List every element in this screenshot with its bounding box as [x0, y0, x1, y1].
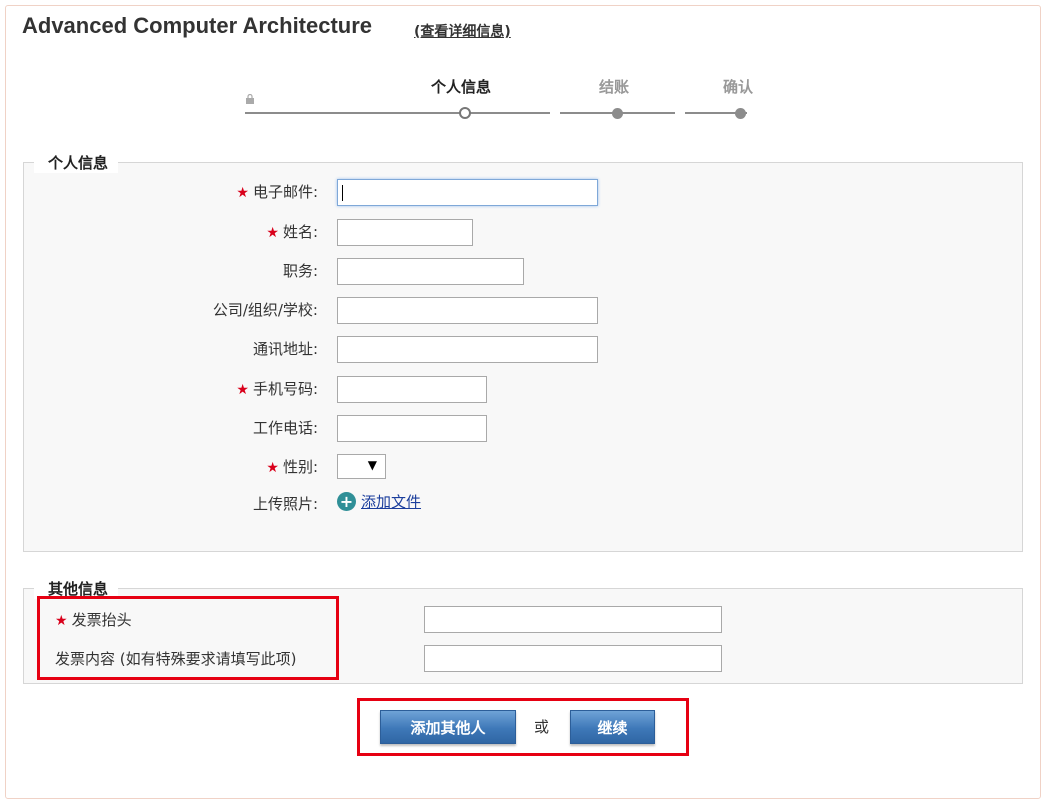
step-dot-confirm [735, 108, 746, 119]
address-field[interactable] [337, 336, 598, 363]
email-field[interactable] [337, 179, 598, 206]
invoice-title-field[interactable] [424, 606, 722, 633]
mobile-input[interactable] [338, 377, 486, 402]
progress-line-1 [245, 112, 550, 114]
lock-icon [246, 94, 254, 104]
work-phone-input[interactable] [338, 416, 486, 441]
invoice-title-input[interactable] [425, 607, 721, 632]
email-label: ★ 电子邮件: [236, 183, 318, 201]
required-star-icon: ★ [266, 460, 279, 476]
course-title: Advanced Computer Architecture [22, 13, 373, 38]
or-separator: 或 [534, 718, 550, 736]
continue-button[interactable]: 继续 [570, 710, 655, 744]
step-dot-personal [459, 107, 471, 119]
step-label-personal: 个人信息 [431, 78, 492, 96]
company-input[interactable] [338, 298, 597, 323]
job-title-field[interactable] [337, 258, 524, 285]
gender-label: ★ 性别: [266, 458, 318, 476]
step-label-confirm: 确认 [723, 78, 754, 96]
name-label: ★ 姓名: [266, 223, 318, 241]
mobile-label: ★ 手机号码: [236, 380, 318, 398]
text-caret [342, 185, 343, 201]
gender-select[interactable]: ▼ [337, 454, 386, 479]
job-title-input[interactable] [338, 259, 523, 284]
work-phone-field[interactable] [337, 415, 487, 442]
add-file-button[interactable]: + 添加文件 [337, 491, 421, 512]
job-title-label: 职务: [282, 262, 318, 280]
work-phone-label: 工作电话: [252, 419, 318, 437]
dropdown-arrow-icon: ▼ [367, 458, 377, 472]
company-field[interactable] [337, 297, 598, 324]
mobile-field[interactable] [337, 376, 487, 403]
required-star-icon: ★ [236, 185, 249, 201]
address-label: 通讯地址: [252, 340, 318, 358]
name-field[interactable] [337, 219, 473, 246]
required-star-icon: ★ [236, 382, 249, 398]
step-dot-checkout [612, 108, 623, 119]
step-label-checkout: 结账 [599, 78, 630, 96]
highlight-box-invoice [37, 596, 339, 680]
add-other-person-button[interactable]: 添加其他人 [380, 710, 516, 744]
email-input[interactable] [338, 180, 597, 205]
upload-photo-label: 上传照片: [252, 495, 318, 513]
address-input[interactable] [338, 337, 597, 362]
add-file-link[interactable]: 添加文件 [361, 491, 421, 512]
plus-circle-icon: + [337, 492, 356, 511]
invoice-content-input[interactable] [425, 646, 721, 671]
name-input[interactable] [338, 220, 472, 245]
required-star-icon: ★ [266, 225, 279, 241]
personal-info-legend: 个人信息 [34, 152, 119, 173]
company-label: 公司/组织/学校: [212, 301, 318, 319]
view-details-link[interactable]: (查看详细信息) [414, 21, 511, 41]
invoice-content-field[interactable] [424, 645, 722, 672]
